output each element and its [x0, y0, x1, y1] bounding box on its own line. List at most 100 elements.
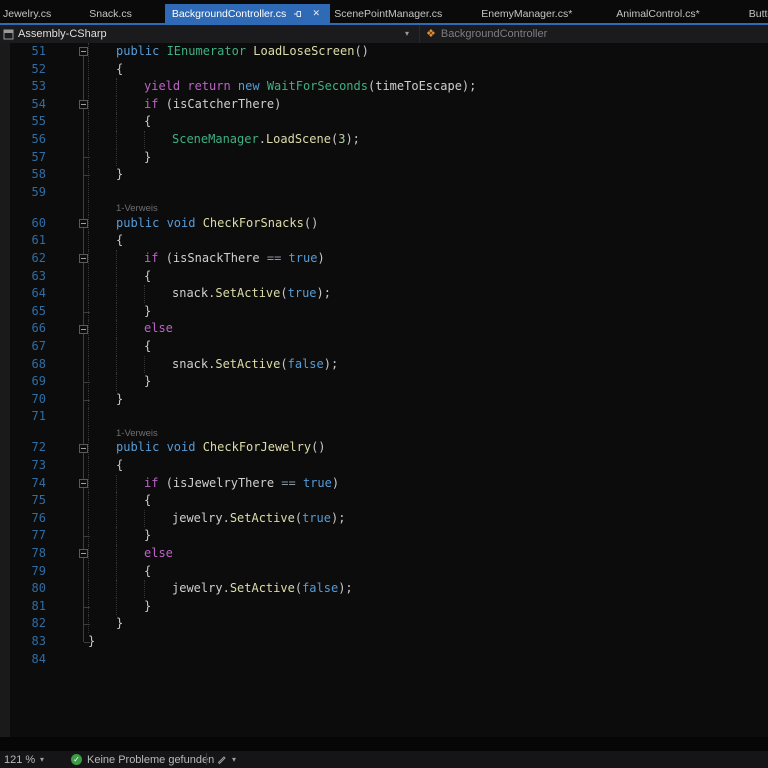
code-line[interactable]: 73{ — [0, 457, 768, 475]
project-dropdown[interactable]: Assembly-CSharp ▾ — [0, 25, 420, 43]
code-text[interactable]: snack.SetActive(true); — [172, 285, 331, 303]
code-text[interactable]: { — [144, 338, 151, 356]
code-line[interactable]: 57} — [0, 149, 768, 167]
editor-tab[interactable]: ScenePointManager.cs — [330, 4, 481, 23]
code-line[interactable]: 62if (isSnackThere == true) — [0, 250, 768, 268]
close-icon[interactable]: ✕ — [310, 8, 322, 20]
code-line[interactable]: 55{ — [0, 113, 768, 131]
code-text[interactable]: } — [144, 527, 151, 545]
annotate-control[interactable]: ▾ — [216, 752, 236, 767]
editor-tab[interactable]: BackgroundController.cs✕ — [165, 4, 330, 23]
indent-guide — [116, 303, 117, 321]
codelens-row[interactable]: 1-Verweis — [0, 426, 768, 440]
code-line[interactable]: 60public void CheckForSnacks() — [0, 215, 768, 233]
code-editor[interactable]: 51public IEnumerator LoadLoseScreen()52{… — [0, 43, 768, 737]
code-text[interactable]: { — [144, 268, 151, 286]
code-line[interactable]: 74if (isJewelryThere == true) — [0, 475, 768, 493]
code-line[interactable]: 79{ — [0, 563, 768, 581]
code-line[interactable]: 67{ — [0, 338, 768, 356]
codelens-row[interactable]: 1-Verweis — [0, 201, 768, 215]
codelens-references[interactable]: 1-Verweis — [116, 427, 158, 441]
code-line[interactable]: 65} — [0, 303, 768, 321]
fold-toggle[interactable] — [79, 219, 88, 228]
indent-guide — [116, 285, 117, 303]
code-line[interactable]: 78else — [0, 545, 768, 563]
outline-end-tick — [84, 607, 90, 608]
editor-tab[interactable]: Snack.cs — [87, 4, 165, 23]
code-text[interactable]: jewelry.SetActive(true); — [172, 510, 345, 528]
code-line[interactable]: 80jewelry.SetActive(false); — [0, 580, 768, 598]
code-line[interactable]: 84 — [0, 651, 768, 669]
code-text[interactable]: } — [144, 373, 151, 391]
status-separator — [206, 753, 207, 765]
code-line[interactable]: 51public IEnumerator LoadLoseScreen() — [0, 43, 768, 61]
code-text[interactable]: public void CheckForJewelry() — [116, 439, 326, 457]
code-line[interactable]: 71 — [0, 408, 768, 426]
code-text[interactable]: { — [116, 61, 123, 79]
indent-guide — [88, 201, 89, 215]
chevron-down-icon[interactable]: ▾ — [405, 30, 409, 38]
code-text[interactable]: SceneManager.LoadScene(3); — [172, 131, 360, 149]
code-text[interactable]: } — [144, 598, 151, 616]
code-text[interactable]: else — [144, 320, 173, 338]
code-text[interactable]: if (isCatcherThere) — [144, 96, 281, 114]
code-line[interactable]: 69} — [0, 373, 768, 391]
code-text[interactable]: } — [116, 391, 123, 409]
fold-toggle[interactable] — [79, 100, 88, 109]
zoom-level-control[interactable]: 121 % — [4, 752, 35, 767]
code-text[interactable]: { — [144, 563, 151, 581]
code-line[interactable]: 64snack.SetActive(true); — [0, 285, 768, 303]
code-line[interactable]: 82} — [0, 615, 768, 633]
problems-status[interactable]: ✓ Keine Probleme gefunden — [71, 752, 214, 767]
code-text[interactable]: yield return new WaitForSeconds(timeToEs… — [144, 78, 476, 96]
code-text[interactable]: if (isSnackThere == true) — [144, 250, 325, 268]
type-dropdown[interactable]: ❖ BackgroundController — [420, 25, 768, 43]
fold-toggle[interactable] — [79, 325, 88, 334]
editor-tab[interactable]: Jewelry.cs — [0, 4, 87, 23]
code-line[interactable]: 77} — [0, 527, 768, 545]
fold-toggle[interactable] — [79, 254, 88, 263]
horizontal-scrollbar-track[interactable] — [0, 737, 768, 751]
code-text[interactable]: { — [144, 492, 151, 510]
code-text[interactable]: public IEnumerator LoadLoseScreen() — [116, 43, 369, 61]
code-text[interactable]: else — [144, 545, 173, 563]
code-text[interactable]: public void CheckForSnacks() — [116, 215, 318, 233]
code-line[interactable]: 52{ — [0, 61, 768, 79]
code-line[interactable]: 68snack.SetActive(false); — [0, 356, 768, 374]
code-line[interactable]: 58} — [0, 166, 768, 184]
fold-toggle[interactable] — [79, 479, 88, 488]
code-line[interactable]: 56SceneManager.LoadScene(3); — [0, 131, 768, 149]
fold-toggle[interactable] — [79, 444, 88, 453]
code-line[interactable]: 66else — [0, 320, 768, 338]
zoom-dropdown[interactable]: ▾ — [40, 752, 44, 767]
editor-tab[interactable]: AnimalControl.cs* — [611, 4, 740, 23]
code-line[interactable]: 76jewelry.SetActive(true); — [0, 510, 768, 528]
code-text[interactable]: } — [144, 303, 151, 321]
code-text[interactable]: snack.SetActive(false); — [172, 356, 338, 374]
code-text[interactable]: } — [144, 149, 151, 167]
code-line[interactable]: 54if (isCatcherThere) — [0, 96, 768, 114]
code-line[interactable]: 59 — [0, 184, 768, 202]
editor-tab[interactable]: ButtonMan — [741, 4, 768, 23]
fold-toggle[interactable] — [79, 549, 88, 558]
code-text[interactable]: } — [88, 633, 95, 651]
pin-icon[interactable] — [293, 9, 303, 19]
code-text[interactable]: { — [144, 113, 151, 131]
editor-tab[interactable]: EnemyManager.cs* — [481, 4, 611, 23]
code-text[interactable]: if (isJewelryThere == true) — [144, 475, 339, 493]
code-text[interactable]: { — [116, 457, 123, 475]
code-text[interactable]: jewelry.SetActive(false); — [172, 580, 353, 598]
code-text[interactable]: { — [116, 232, 123, 250]
fold-toggle[interactable] — [79, 47, 88, 56]
code-line[interactable]: 75{ — [0, 492, 768, 510]
code-text[interactable]: } — [116, 166, 123, 184]
code-line[interactable]: 83} — [0, 633, 768, 651]
code-line[interactable]: 63{ — [0, 268, 768, 286]
code-line[interactable]: 81} — [0, 598, 768, 616]
code-line[interactable]: 53yield return new WaitForSeconds(timeTo… — [0, 78, 768, 96]
codelens-references[interactable]: 1-Verweis — [116, 202, 158, 216]
code-line[interactable]: 61{ — [0, 232, 768, 250]
code-text[interactable]: } — [116, 615, 123, 633]
code-line[interactable]: 72public void CheckForJewelry() — [0, 439, 768, 457]
code-line[interactable]: 70} — [0, 391, 768, 409]
